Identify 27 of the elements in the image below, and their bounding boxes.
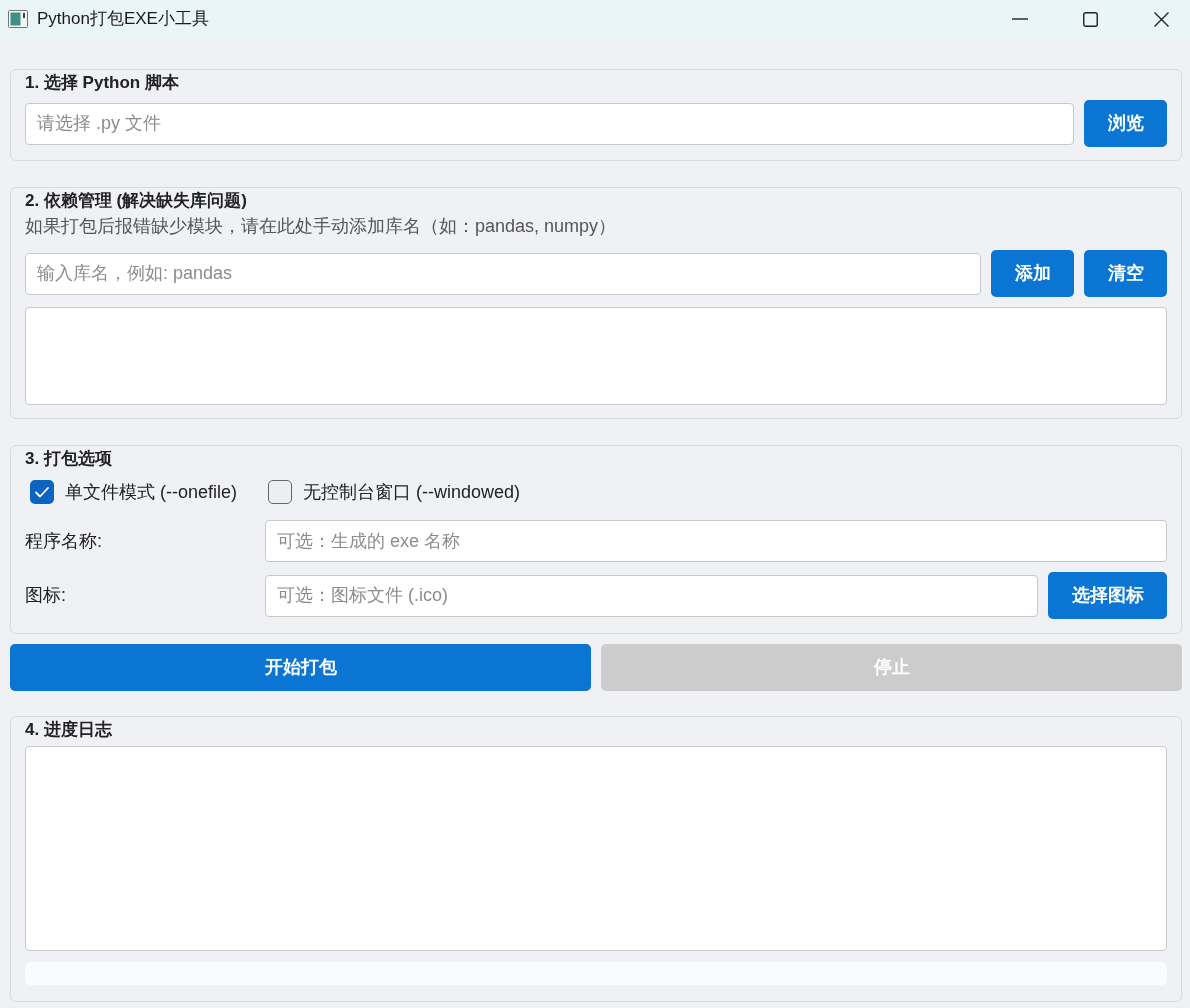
section-title: 3. 打包选项 (25, 448, 113, 470)
exe-name-field[interactable]: 可选：生成的 exe 名称 (265, 520, 1167, 562)
add-button[interactable]: 添加 (991, 250, 1074, 297)
library-name-field[interactable]: 输入库名，例如: pandas (25, 252, 981, 295)
checkbox[interactable] (30, 480, 54, 504)
section-title: 2. 依赖管理 (解决缺失库问题) (25, 190, 248, 212)
checkbox-label: 无控制台窗口 (--windowed) (303, 481, 521, 504)
section-title: 1. 选择 Python 脚本 (25, 72, 180, 94)
clear-button[interactable]: 清空 (1084, 250, 1167, 297)
library-list[interactable] (25, 307, 1167, 405)
window-title: Python打包EXE小工具 (37, 9, 209, 29)
section-title: 4. 进度日志 (25, 719, 113, 741)
file-path-field[interactable]: 请选择 .py 文件 (25, 102, 1074, 145)
checkmark-icon (35, 486, 49, 498)
start-button[interactable]: 开始打包 (10, 644, 591, 691)
field-label: 程序名称: (25, 529, 103, 553)
app-window-icon (8, 10, 28, 28)
choose-icon-button[interactable]: 选择图标 (1048, 572, 1167, 619)
icon-file-field[interactable]: 可选：图标文件 (.ico) (265, 574, 1038, 617)
close-icon (1153, 11, 1169, 27)
minimize-icon (1012, 18, 1028, 20)
maximize-icon (1082, 11, 1098, 27)
checkbox[interactable] (268, 480, 293, 504)
hint-text: 如果打包后报错缺少模块，请在此处手动添加库名（如：pandas, numpy） (25, 215, 618, 238)
checkbox-label: 单文件模式 (--onefile) (65, 481, 238, 504)
field-label: 图标: (25, 584, 67, 607)
browse-button[interactable]: 浏览 (1084, 100, 1167, 147)
